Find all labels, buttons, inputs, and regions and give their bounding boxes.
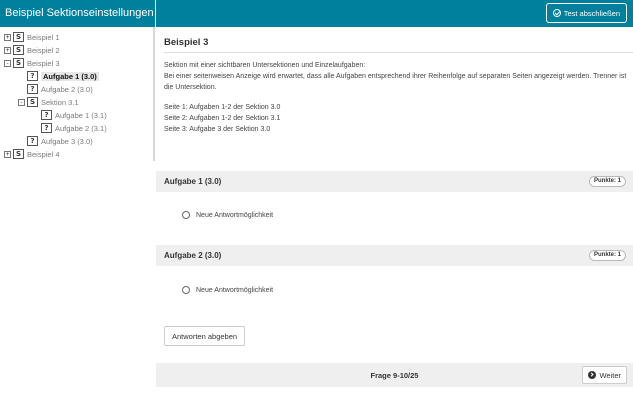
submit-answers-button[interactable]: Antworten abgeben [164,326,246,346]
expand-icon[interactable]: + [4,46,11,54]
expand-icon[interactable]: + [4,33,11,41]
answer-option[interactable]: Neue Antwortmöglichkeit [182,286,273,294]
tree-item-label[interactable]: Aufgabe 2 (3.1) [55,124,107,133]
radio-button[interactable] [182,286,190,294]
points-badge: Punkte: 1 [588,176,626,187]
tree-item-aufgabe-1-3-1[interactable]: ? Aufgabe 1 (3.1) [32,109,107,121]
question-icon: ? [41,110,52,120]
section-icon: S [27,97,38,107]
question-header: Aufgabe 2 (3.0) Punkte: 1 [156,245,633,266]
question-header: Aufgabe 1 (3.0) Punkte: 1 [156,171,633,192]
question-title: Aufgabe 2 (3.0) [164,251,222,260]
question-icon: ? [41,123,52,133]
tree-item-aufgabe-2-3-0[interactable]: ? Aufgabe 2 (3.0) [18,83,93,95]
divider [164,52,633,53]
tree-item-beispiel-3[interactable]: - S Beispiel 3 [4,57,60,69]
tree-item-label[interactable]: Aufgabe 3 (3.0) [41,137,93,146]
check-circle-icon [552,9,561,17]
answer-option[interactable]: Neue Antwortmöglichkeit [182,211,273,219]
finish-test-button[interactable]: Test abschließen [545,3,627,23]
question-title: Aufgabe 1 (3.0) [164,177,222,186]
arrow-right-circle-icon [588,371,597,379]
tree-item-label[interactable]: Sektion 3.1 [41,98,79,107]
page-note-2: Seite 2: Aufgaben 1-2 der Sektion 3.1 [164,115,281,122]
tree-item-label[interactable]: Beispiel 4 [27,150,60,159]
next-button[interactable]: Weiter [582,366,627,384]
tree-item-beispiel-4[interactable]: + S Beispiel 4 [4,148,60,160]
section-icon: S [13,45,24,55]
collapse-icon[interactable]: - [4,59,11,67]
tree-item-aufgabe-3-3-0[interactable]: ? Aufgabe 3 (3.0) [18,135,93,147]
sidebar: Beispiel Sektionseinstellungen + S Beisp… [0,0,155,400]
page-note-1: Seite 1: Aufgaben 1-2 der Sektion 3.0 [164,104,281,111]
section-icon: S [13,32,24,42]
tree-item-label[interactable]: Aufgabe 1 (3.0) [41,71,99,81]
answer-label[interactable]: Neue Antwortmöglichkeit [196,212,273,219]
tree-item-aufgabe-2-3-1[interactable]: ? Aufgabe 2 (3.1) [32,122,107,134]
tree-item-label[interactable]: Beispiel 1 [27,33,60,42]
top-bar: Test abschließen [156,0,633,27]
sidebar-title: Beispiel Sektionseinstellungen [0,0,155,27]
page-note-3: Seite 3: Aufgabe 3 der Sektion 3.0 [164,126,271,133]
tree-item-sektion-3-1[interactable]: - S Sektion 3.1 [18,96,79,108]
expand-icon[interactable]: + [4,150,11,158]
tree-item-label[interactable]: Aufgabe 1 (3.1) [55,111,107,120]
tree-item-beispiel-1[interactable]: + S Beispiel 1 [4,31,60,43]
section-icon: S [13,58,24,68]
tree-item-label[interactable]: Beispiel 3 [27,59,60,68]
tree-item-beispiel-2[interactable]: + S Beispiel 2 [4,44,60,56]
section-icon: S [13,149,24,159]
next-label: Weiter [599,370,621,380]
question-icon: ? [27,84,38,94]
points-badge: Punkte: 1 [588,250,626,261]
description-line-2: Bei einer seitenweisen Anzeige wird erwa… [164,73,627,91]
answer-label[interactable]: Neue Antwortmöglichkeit [196,287,273,294]
description-line-1: Sektion mit einer sichtbaren Untersektio… [164,62,366,69]
question-icon: ? [27,136,38,146]
page-title: Beispiel 3 [164,37,209,48]
tree-item-aufgabe-1-3-0[interactable]: ? Aufgabe 1 (3.0) [18,70,99,82]
section-tree: + S Beispiel 1 + S Beispiel 2 - S Beispi… [0,27,155,159]
sidebar-resize-handle[interactable] [153,27,155,161]
question-icon: ? [27,71,38,81]
collapse-icon[interactable]: - [18,98,25,106]
finish-test-label: Test abschließen [563,8,620,18]
tree-item-label[interactable]: Beispiel 2 [27,46,60,55]
pagination-bar: Frage 9-10/25 Weiter [156,363,633,387]
tree-item-label[interactable]: Aufgabe 2 (3.0) [41,85,93,94]
radio-button[interactable] [182,211,190,219]
page-indicator: Frage 9-10/25 [370,371,419,380]
